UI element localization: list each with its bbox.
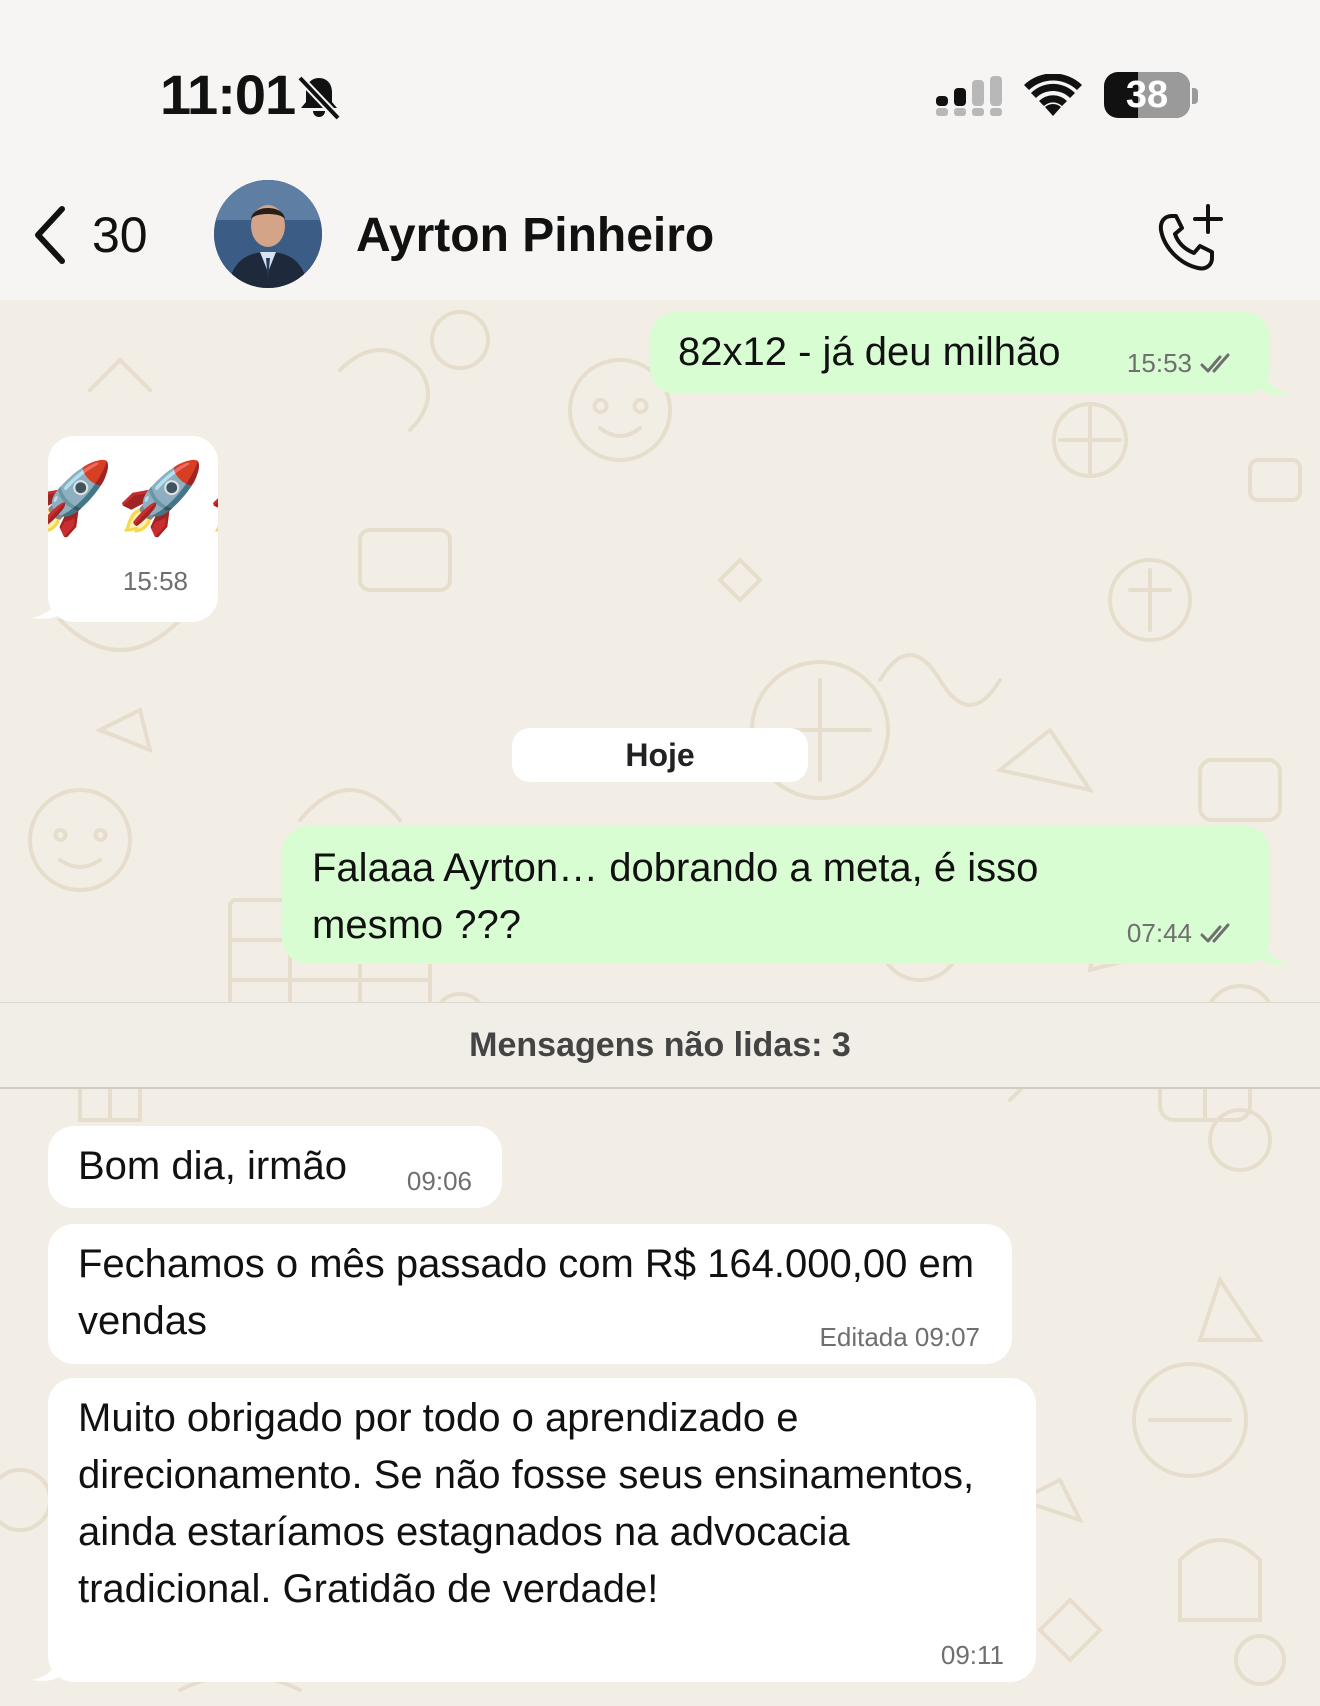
add-call-icon[interactable] xyxy=(1150,200,1230,280)
contact-name[interactable]: Ayrton Pinheiro xyxy=(356,208,714,263)
message-time: 09:06 xyxy=(406,1166,472,1196)
message-meta: 07:44 xyxy=(1127,918,1236,949)
message-incoming[interactable]: Fechamos o mês passado com R$ 164.000,00… xyxy=(48,1224,1012,1364)
message-text: Falaaa Ayrton… dobrando a meta, é isso m… xyxy=(312,846,1039,947)
message-incoming[interactable]: Muito obrigado por todo o aprendizado e … xyxy=(48,1378,1036,1682)
contact-avatar[interactable] xyxy=(214,180,322,288)
battery-icon: 38 xyxy=(1104,72,1190,118)
status-time: 11:01 xyxy=(160,63,296,126)
message-meta: 15:58 xyxy=(123,566,188,597)
message-text: Muito obrigado por todo o aprendizado e … xyxy=(78,1396,975,1611)
bubble-tail xyxy=(32,1652,60,1681)
chat-header: 30 Ayrton Pinheiro xyxy=(0,170,1320,300)
message-time: 15:53 xyxy=(1126,348,1192,378)
cellular-signal-icon xyxy=(936,76,1002,116)
wifi-icon xyxy=(1024,74,1082,116)
double-check-icon xyxy=(1200,923,1230,942)
bubble-tail xyxy=(32,590,60,619)
bubble-tail xyxy=(1262,366,1290,395)
message-meta: 15:53 xyxy=(1127,348,1236,379)
status-bar: 11:01 38 xyxy=(0,0,1320,170)
message-time: 15:58 xyxy=(122,566,188,596)
battery-tip xyxy=(1192,88,1198,104)
bubble-tail xyxy=(1262,936,1290,965)
double-check-icon xyxy=(1200,353,1230,372)
back-button[interactable]: 30 xyxy=(32,200,148,270)
message-incoming-emoji[interactable]: 🚀🚀🚀 15:58 xyxy=(48,436,218,622)
message-text: Bom dia, irmão xyxy=(78,1144,347,1188)
unread-chats-count: 30 xyxy=(92,207,148,263)
message-time: 09:11 xyxy=(940,1640,1004,1670)
message-meta: 09:06 xyxy=(407,1166,472,1197)
bell-slash-icon xyxy=(297,75,341,120)
message-text: 82x12 - já deu milhão xyxy=(678,330,1061,374)
chevron-left-icon xyxy=(35,206,65,264)
message-meta: Editada 09:07 xyxy=(820,1322,980,1353)
message-outgoing[interactable]: Falaaa Ayrton… dobrando a meta, é isso m… xyxy=(282,826,1270,964)
battery-level: 38 xyxy=(1125,74,1169,116)
message-outgoing[interactable]: 82x12 - já deu milhão 15:53 xyxy=(650,312,1270,394)
chat-area[interactable]: 82x12 - já deu milhão 15:53 🚀🚀🚀 15:58 Ho… xyxy=(0,300,1320,1706)
message-time: Editada 09:07 xyxy=(819,1322,980,1352)
message-meta: 09:11 xyxy=(941,1640,1004,1671)
unread-messages-separator: Mensagens não lidas: 3 xyxy=(0,1002,1320,1089)
date-separator: Hoje xyxy=(512,728,808,782)
message-time: 07:44 xyxy=(1126,918,1192,948)
message-text: 🚀🚀🚀 xyxy=(48,459,218,537)
message-incoming[interactable]: Bom dia, irmão 09:06 xyxy=(48,1126,502,1208)
